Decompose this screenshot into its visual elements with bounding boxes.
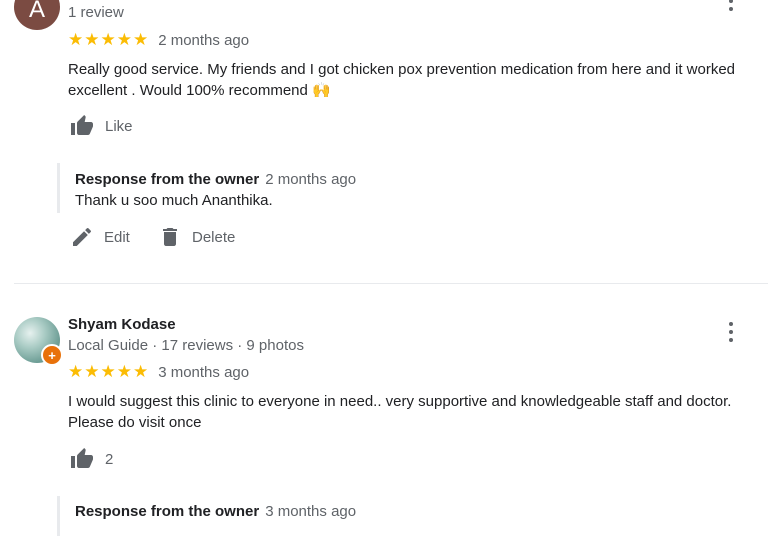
review-text-line: I would suggest this clinic to everyone … xyxy=(68,393,732,410)
like-button[interactable]: Like xyxy=(69,114,133,138)
review-text: I would suggest this clinic to everyone … xyxy=(68,391,758,433)
edit-label: Edit xyxy=(104,228,130,246)
local-guide-badge-icon: + xyxy=(41,344,63,366)
delete-trash-icon xyxy=(163,228,177,246)
owner-response: Response from the owner 3 months ago xyxy=(57,496,750,536)
avatar-letter: A xyxy=(28,0,45,23)
edit-button[interactable]: Edit xyxy=(70,225,130,249)
delete-label: Delete xyxy=(192,228,236,246)
review-date: 2 months ago xyxy=(158,31,250,49)
more-options-icon[interactable] xyxy=(721,319,741,345)
thumbs-up-icon xyxy=(71,115,93,135)
owner-response-date: 2 months ago xyxy=(265,171,357,188)
review-text-line: excellent . Would 100% recommend 🙌 xyxy=(68,82,331,99)
owner-response-label: Response from the owner xyxy=(75,171,260,188)
review-divider xyxy=(14,283,768,284)
like-button[interactable]: 2 xyxy=(69,447,113,471)
star-rating: ★★★★★ xyxy=(68,30,150,49)
delete-button[interactable]: Delete xyxy=(158,225,235,249)
owner-response-text: Thank u soo much Ananthika. xyxy=(75,192,273,209)
review-text-line: Please do visit once xyxy=(68,414,202,431)
edit-pencil-icon xyxy=(73,227,92,246)
review-text: Really good service. My friends and I go… xyxy=(68,59,758,101)
review-text-line: Really good service. My friends and I go… xyxy=(68,61,736,78)
reviewer-meta[interactable]: 1 review xyxy=(68,4,124,21)
owner-response: Response from the owner 2 months ago Tha… xyxy=(57,163,750,213)
review-date: 3 months ago xyxy=(158,363,250,381)
like-label: Like xyxy=(105,117,133,135)
reviewer-name[interactable]: Shyam Kodase xyxy=(68,316,176,333)
rating-row: ★★★★★ 2 months ago xyxy=(68,30,249,50)
reviewer-avatar[interactable]: A xyxy=(14,0,60,30)
thumbs-up-icon xyxy=(71,448,93,468)
rating-row: ★★★★★ 3 months ago xyxy=(68,362,249,382)
like-count: 2 xyxy=(105,450,114,468)
reviewer-meta[interactable]: Local Guide · 17 reviews · 9 photos xyxy=(68,337,304,354)
star-rating: ★★★★★ xyxy=(68,362,150,381)
more-options-icon[interactable] xyxy=(721,0,741,18)
